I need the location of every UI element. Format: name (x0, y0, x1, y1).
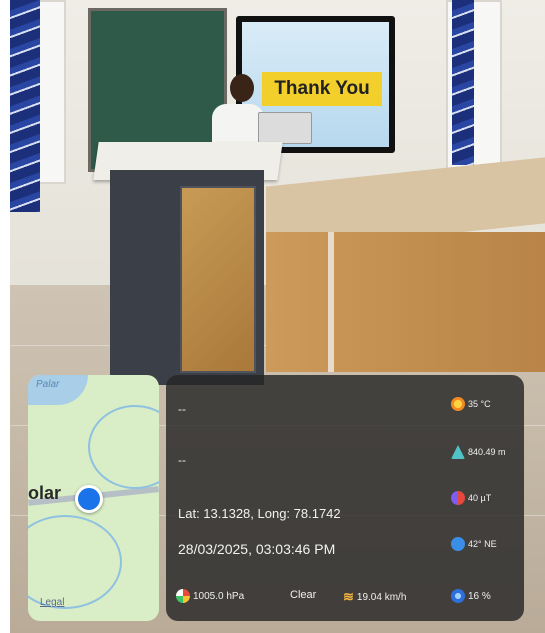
pressure-value: 1005.0 hPa (193, 590, 245, 602)
table-front (266, 232, 545, 372)
pressure-item: 1005.0 hPa (176, 589, 244, 603)
location-pin-icon (75, 485, 103, 513)
map-water-label: Palar (36, 379, 60, 390)
temperature-value: 35 °C (468, 399, 491, 409)
datetime: 28/03/2025, 03:03:46 PM (178, 541, 336, 557)
mountain-icon (451, 445, 465, 459)
wind-speed-item: ≋ 19.04 km/h (343, 589, 406, 605)
temperature-row: 35 °C (451, 397, 491, 411)
magnetic-row: 40 µT (451, 491, 491, 505)
table-leg (328, 232, 334, 372)
magnet-icon (451, 491, 465, 505)
altitude-row: 840.49 m (451, 445, 506, 459)
wind-direction-value: 42° NE (468, 539, 497, 549)
humidity-drop-icon (451, 589, 465, 603)
geo-info-panel: -- -- Lat: 13.1328, Long: 78.1742 28/03/… (166, 375, 524, 621)
pressure-gauge-icon (176, 589, 190, 603)
condition-item: Clear (290, 589, 316, 601)
left-curtain (10, 0, 40, 212)
thank-you-text: Thank You (262, 72, 382, 106)
magnetic-value: 40 µT (468, 493, 492, 503)
wind-speed-value: 19.04 km/h (356, 591, 407, 603)
condition-value: Clear (290, 589, 317, 601)
podium-wood-panel (180, 186, 256, 373)
weather-bar: 1005.0 hPa Clear ≋ 19.04 km/h 16 % (166, 585, 524, 609)
humidity-item: 16 % (451, 589, 491, 603)
map-river (88, 405, 159, 489)
wind-icon: ≋ (343, 589, 354, 604)
presenter-head (230, 74, 254, 102)
coordinates: Lat: 13.1328, Long: 78.1742 (178, 506, 341, 521)
laptop (258, 112, 312, 144)
map-river (28, 515, 122, 609)
altitude-value: 840.49 m (468, 447, 506, 457)
mini-map[interactable]: Palar olar Legal (28, 375, 159, 621)
map-town-label: olar (28, 483, 62, 503)
wind-direction-row: 42° NE (451, 537, 497, 551)
right-curtain (452, 0, 474, 165)
address-line-2: -- (178, 453, 186, 467)
map-legal-link[interactable]: Legal (40, 597, 64, 608)
thermometer-sun-icon (451, 397, 465, 411)
humidity-value: 16 % (468, 590, 491, 602)
address-line-1: -- (178, 402, 186, 416)
compass-icon (451, 537, 465, 551)
